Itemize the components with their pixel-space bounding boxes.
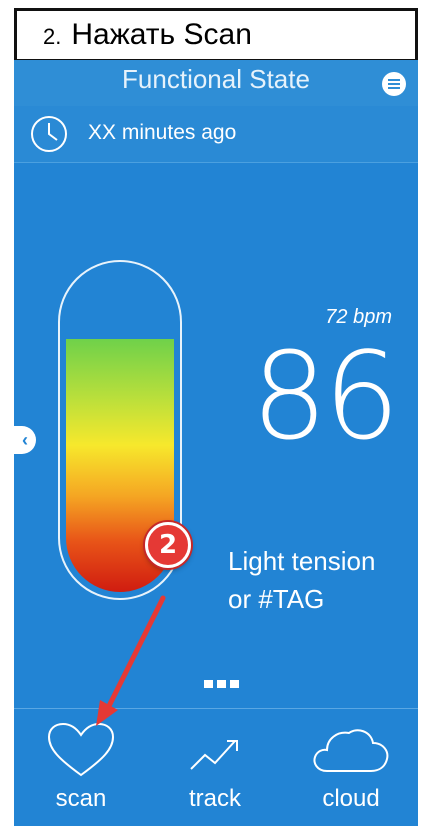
previous-arrow-icon[interactable]: ‹	[14, 426, 36, 454]
status-line-2[interactable]: or #TAG	[228, 580, 375, 618]
stress-value: 86	[251, 328, 400, 467]
instruction-box: 2. Нажать Scan	[14, 8, 418, 62]
last-scan-time: XX minutes ago	[88, 121, 237, 144]
nav-scan-label: scan	[55, 785, 107, 812]
status-text: Light tension or #TAG	[228, 542, 375, 618]
nav-cloud-label: cloud	[322, 785, 380, 812]
step-badge: 2	[145, 522, 191, 568]
bottom-nav: scan track cloud	[14, 708, 418, 826]
instruction-text: Нажать Scan	[71, 18, 252, 51]
cloud-icon	[313, 729, 389, 772]
page-title: Functional State	[122, 64, 310, 94]
trend-icon	[190, 740, 238, 770]
status-line-1: Light tension	[228, 546, 376, 576]
heart-rate: 72 bpm	[325, 306, 392, 328]
last-scan-bar: XX minutes ago	[14, 106, 418, 163]
nav-track[interactable]: track	[148, 709, 282, 826]
app-screen: Functional State XX minutes ago ‹ 72 bpm…	[14, 60, 418, 826]
menu-icon[interactable]	[382, 72, 406, 96]
title-bar: Functional State	[14, 60, 418, 106]
nav-track-label: track	[188, 785, 241, 812]
nav-scan[interactable]: scan	[14, 709, 148, 826]
page-indicator	[204, 680, 239, 688]
instruction-number: 2.	[43, 24, 62, 49]
heart-icon	[47, 722, 115, 777]
nav-cloud[interactable]: cloud	[284, 709, 418, 826]
clock-icon	[31, 116, 67, 152]
